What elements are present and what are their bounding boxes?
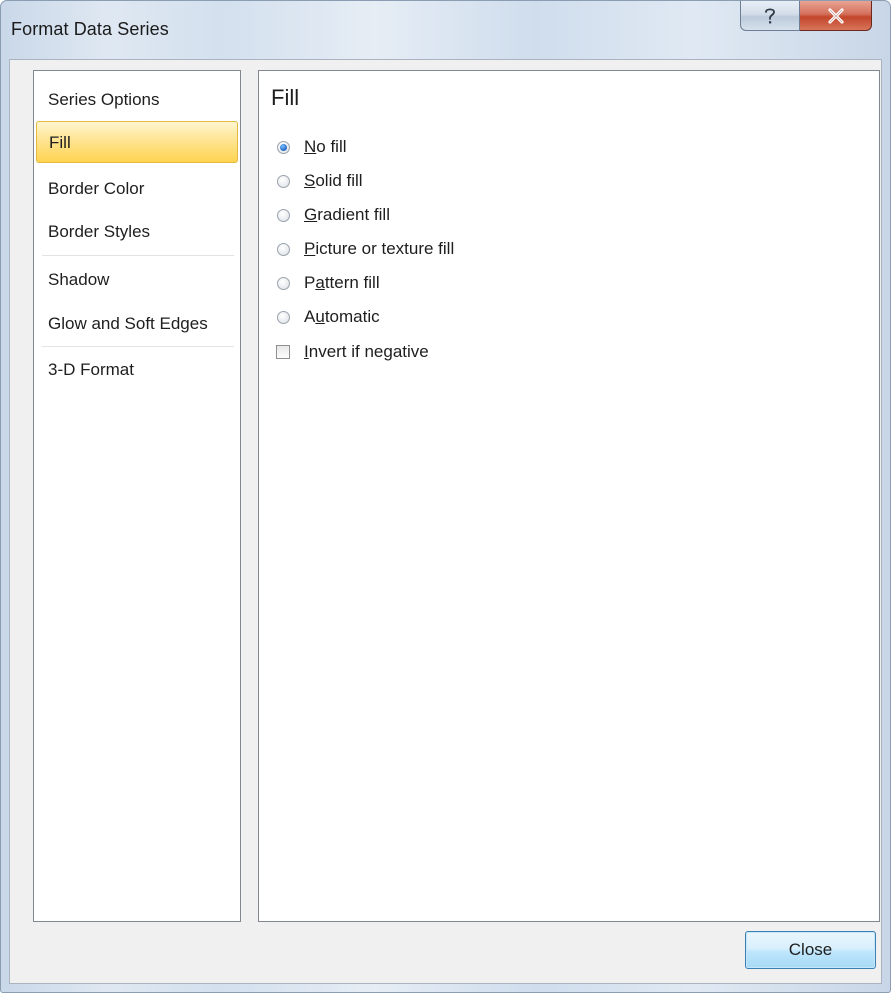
nav-item-border-color[interactable]: Border Color — [36, 168, 238, 210]
caption-buttons — [740, 1, 872, 33]
radio-button[interactable] — [277, 242, 290, 256]
option-label: Picture or texture fill — [304, 239, 455, 258]
radio-automatic[interactable]: Automatic — [277, 304, 380, 330]
nav-item-label: Series Options — [48, 90, 160, 109]
radio-button[interactable] — [277, 140, 290, 154]
title-bar[interactable]: Format Data Series — [1, 1, 890, 63]
category-list: Series Options Fill Border Color Border … — [33, 70, 241, 922]
radio-pattern-fill[interactable]: Pattern fill — [277, 270, 380, 296]
option-label: Gradient fill — [304, 205, 390, 224]
nav-item-label: Glow and Soft Edges — [48, 314, 208, 333]
nav-item-shadow[interactable]: Shadow — [36, 259, 238, 301]
nav-item-glow-and-soft-edges[interactable]: Glow and Soft Edges — [36, 303, 238, 345]
nav-item-label: 3-D Format — [48, 360, 134, 379]
nav-item-fill[interactable]: Fill — [36, 121, 238, 163]
help-button[interactable] — [740, 1, 800, 31]
dialog-client-area: Series Options Fill Border Color Border … — [9, 59, 882, 984]
radio-button[interactable] — [277, 276, 290, 290]
nav-divider — [42, 255, 234, 256]
option-label: Solid fill — [304, 171, 363, 190]
panel-title: Fill — [271, 85, 300, 110]
radio-no-fill[interactable]: No fill — [277, 134, 347, 160]
fill-options-panel: Fill No fill Solid fill Gradient fill Pi… — [258, 70, 880, 922]
checkbox[interactable] — [276, 345, 290, 359]
checkbox-invert-if-negative[interactable]: Invert if negative — [276, 339, 429, 365]
option-label: Automatic — [304, 307, 380, 326]
nav-item-border-styles[interactable]: Border Styles — [36, 211, 238, 253]
close-button[interactable]: Close — [745, 931, 876, 969]
option-label: Pattern fill — [304, 273, 380, 292]
nav-item-label: Border Styles — [48, 222, 151, 241]
radio-gradient-fill[interactable]: Gradient fill — [277, 202, 390, 228]
nav-item-3d-format[interactable]: 3-D Format — [36, 349, 238, 391]
radio-button[interactable] — [277, 174, 290, 188]
radio-picture-or-texture-fill[interactable]: Picture or texture fill — [277, 236, 454, 262]
option-label: No fill — [304, 137, 347, 156]
radio-button[interactable] — [277, 310, 290, 324]
radio-button[interactable] — [277, 208, 290, 222]
close-button-label: Close — [788, 940, 833, 959]
radio-solid-fill[interactable]: Solid fill — [277, 168, 363, 194]
nav-item-label: Border Color — [48, 179, 145, 198]
window-title: Format Data Series — [11, 19, 169, 39]
nav-item-label: Shadow — [48, 270, 110, 289]
question-mark-icon — [765, 7, 775, 23]
nav-item-series-options[interactable]: Series Options — [36, 79, 238, 121]
close-window-button[interactable] — [800, 1, 872, 31]
close-x-icon — [827, 7, 844, 24]
option-label: Invert if negative — [304, 342, 429, 361]
nav-item-label: Fill — [49, 133, 71, 152]
format-data-series-dialog: Format Data Series Series Options Fill B… — [0, 0, 891, 993]
nav-divider — [42, 346, 234, 347]
